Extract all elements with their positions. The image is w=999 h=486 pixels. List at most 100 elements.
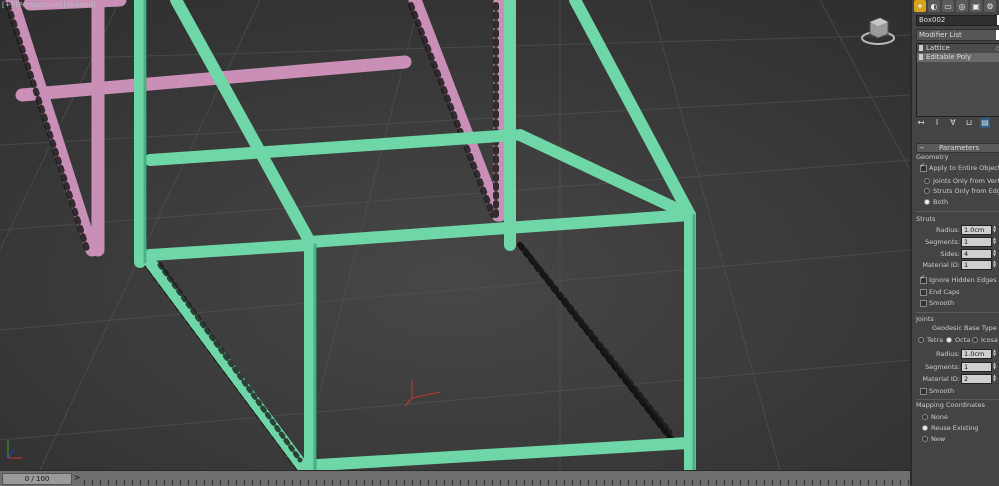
stack-item-lattice[interactable]: Lattice ◇ [917, 44, 999, 53]
strut-segments-input[interactable]: 1 [961, 237, 992, 247]
segments-label: Segments: [925, 238, 960, 246]
mapping-none-radio[interactable]: None [922, 413, 948, 421]
configure-modifier-sets-icon[interactable]: ▤ [980, 118, 990, 128]
octa-radio[interactable]: Octa [946, 336, 970, 344]
parameters-title: Parameters [938, 144, 980, 152]
mapping-coordinates-title: Mapping Coordinates [916, 401, 985, 409]
utilities-tab[interactable]: ⚙ [984, 0, 996, 12]
spinner-arrows-icon[interactable]: ▲ ▼ [993, 374, 997, 382]
checkbox-icon[interactable] [920, 274, 927, 284]
mapping-new-radio[interactable]: New [922, 435, 945, 443]
strut-sides-input[interactable]: 4 [961, 249, 992, 259]
radio-icon[interactable] [922, 414, 928, 420]
hierarchy-tab[interactable]: ▭ [942, 0, 954, 12]
radio-label: Struts Only from Edges [933, 187, 999, 195]
joints-group-border [916, 312, 999, 313]
spinner-arrows-icon[interactable]: ▲ ▼ [993, 260, 997, 268]
geometry-group-title: Geometry [916, 153, 949, 161]
display-tab[interactable]: ▣ [970, 0, 982, 12]
next-frame-button[interactable]: > [72, 473, 82, 483]
spinner-arrows-icon[interactable]: ▲ ▼ [993, 349, 997, 357]
pin-stack-icon[interactable]: ↤ [916, 118, 926, 128]
stack-item-label: Editable Poly [926, 53, 972, 61]
spinner-arrows-icon[interactable]: ▲ ▼ [993, 249, 997, 257]
end-caps-checkbox[interactable]: End Caps [920, 288, 959, 296]
checkbox-label: Smooth [929, 387, 955, 395]
joint-radius-input[interactable]: 1.0cm [961, 349, 992, 359]
tetra-radio[interactable]: Tetra [918, 336, 943, 344]
radio-label: Icosa [981, 336, 998, 344]
modifier-list-label: Modifier List [919, 31, 962, 39]
checkbox-icon[interactable] [920, 299, 927, 307]
radio-label: Joints Only from Vertices [933, 177, 999, 185]
perspective-viewport[interactable]: [+] [Perspective] [Shaded] [0, 0, 910, 470]
show-end-result-icon[interactable]: I [932, 118, 942, 128]
spinner-arrows-icon[interactable]: ▲ ▼ [993, 237, 997, 245]
geodesic-base-type-label: Geodesic Base Type [932, 324, 997, 332]
motion-tab[interactable]: ◎ [956, 0, 968, 12]
strut-smooth-checkbox[interactable]: Smooth [920, 299, 954, 307]
material-id-label: Material ID: [922, 261, 960, 269]
joint-smooth-checkbox[interactable]: Smooth [920, 387, 954, 395]
radio-icon[interactable] [924, 199, 930, 205]
lightbulb-icon[interactable] [919, 45, 923, 51]
stack-item-editable-poly[interactable]: Editable Poly [917, 53, 999, 62]
checkbox-icon[interactable] [920, 387, 927, 395]
time-slider[interactable]: 0 / 100 [2, 473, 72, 485]
joint-material-id-input[interactable]: 2 [961, 374, 992, 384]
radio-icon[interactable] [924, 188, 930, 194]
mapping-reuse-existing-radio[interactable]: Reuse Existing [922, 424, 979, 432]
radius-label: Radius: [936, 226, 960, 234]
joints-only-radio[interactable]: Joints Only from Vertices [924, 177, 999, 185]
radio-label: Tetra [927, 336, 944, 344]
viewport-scene[interactable] [0, 0, 910, 470]
object-name-field[interactable]: Box002 [916, 15, 998, 26]
stack-toolbar: ↤ I ∀ ⊔ ▤ [916, 118, 999, 128]
joint-segments-label: Segments: [925, 363, 960, 371]
radio-label: New [931, 435, 946, 443]
both-radio[interactable]: Both [924, 198, 948, 206]
collapse-icon: − [919, 144, 925, 152]
modifier-list-dropdown[interactable]: Modifier List [916, 29, 999, 41]
icosa-radio[interactable]: Icosa [972, 336, 998, 344]
remove-modifier-icon[interactable]: ⊔ [964, 118, 974, 128]
create-tab[interactable]: ✦ [914, 0, 926, 12]
modifier-stack[interactable]: Lattice ◇ Editable Poly [916, 43, 999, 117]
radio-label: Reuse Existing [931, 424, 979, 432]
sides-label: Sides: [940, 250, 960, 258]
checkbox-icon[interactable] [920, 288, 927, 296]
joint-radius-label: Radius: [936, 350, 960, 358]
timeline-ticks[interactable] [84, 480, 910, 485]
checkbox-label: Ignore Hidden Edges [929, 276, 997, 284]
radio-icon[interactable] [922, 425, 928, 431]
struts-only-radio[interactable]: Struts Only from Edges [924, 187, 999, 195]
modify-tab[interactable]: ◐ [928, 0, 940, 12]
spinner-arrows-icon[interactable]: ▲ ▼ [993, 225, 997, 233]
checkbox-label: End Caps [929, 288, 960, 296]
strut-material-id-input[interactable]: 1 [961, 260, 992, 270]
timeline[interactable]: 0 / 100 > [0, 470, 910, 486]
radio-icon[interactable] [972, 337, 978, 343]
radio-icon[interactable] [924, 178, 930, 184]
checkbox-label: Smooth [929, 299, 955, 307]
checkbox-icon[interactable] [920, 162, 927, 172]
base-object-icon [919, 54, 923, 60]
ignore-hidden-edges-checkbox[interactable]: Ignore Hidden Edges [920, 274, 997, 284]
radio-icon[interactable] [918, 337, 924, 343]
viewport-label[interactable]: [+] [Perspective] [Shaded] [2, 1, 96, 9]
expand-icon[interactable]: ◇ [995, 44, 999, 53]
radio-label: Both [933, 198, 949, 206]
apply-entire-object-checkbox[interactable]: Apply to Entire Object [920, 162, 999, 172]
stack-item-label: Lattice [926, 44, 950, 52]
checkbox-label: Apply to Entire Object [929, 164, 999, 172]
radio-icon[interactable] [946, 337, 952, 343]
joint-segments-input[interactable]: 1 [961, 362, 992, 372]
struts-group-border [916, 211, 999, 212]
radio-icon[interactable] [922, 436, 928, 442]
spinner-arrows-icon[interactable]: ▲ ▼ [993, 362, 997, 370]
parameters-rollout-header[interactable]: − Parameters [916, 143, 999, 153]
command-panel: ✦ ◐ ▭ ◎ ▣ ⚙ Box002 Modifier List Lattice… [910, 0, 999, 485]
make-unique-icon[interactable]: ∀ [948, 118, 958, 128]
radio-label: None [931, 413, 948, 421]
strut-radius-input[interactable]: 1.0cm [961, 225, 992, 235]
